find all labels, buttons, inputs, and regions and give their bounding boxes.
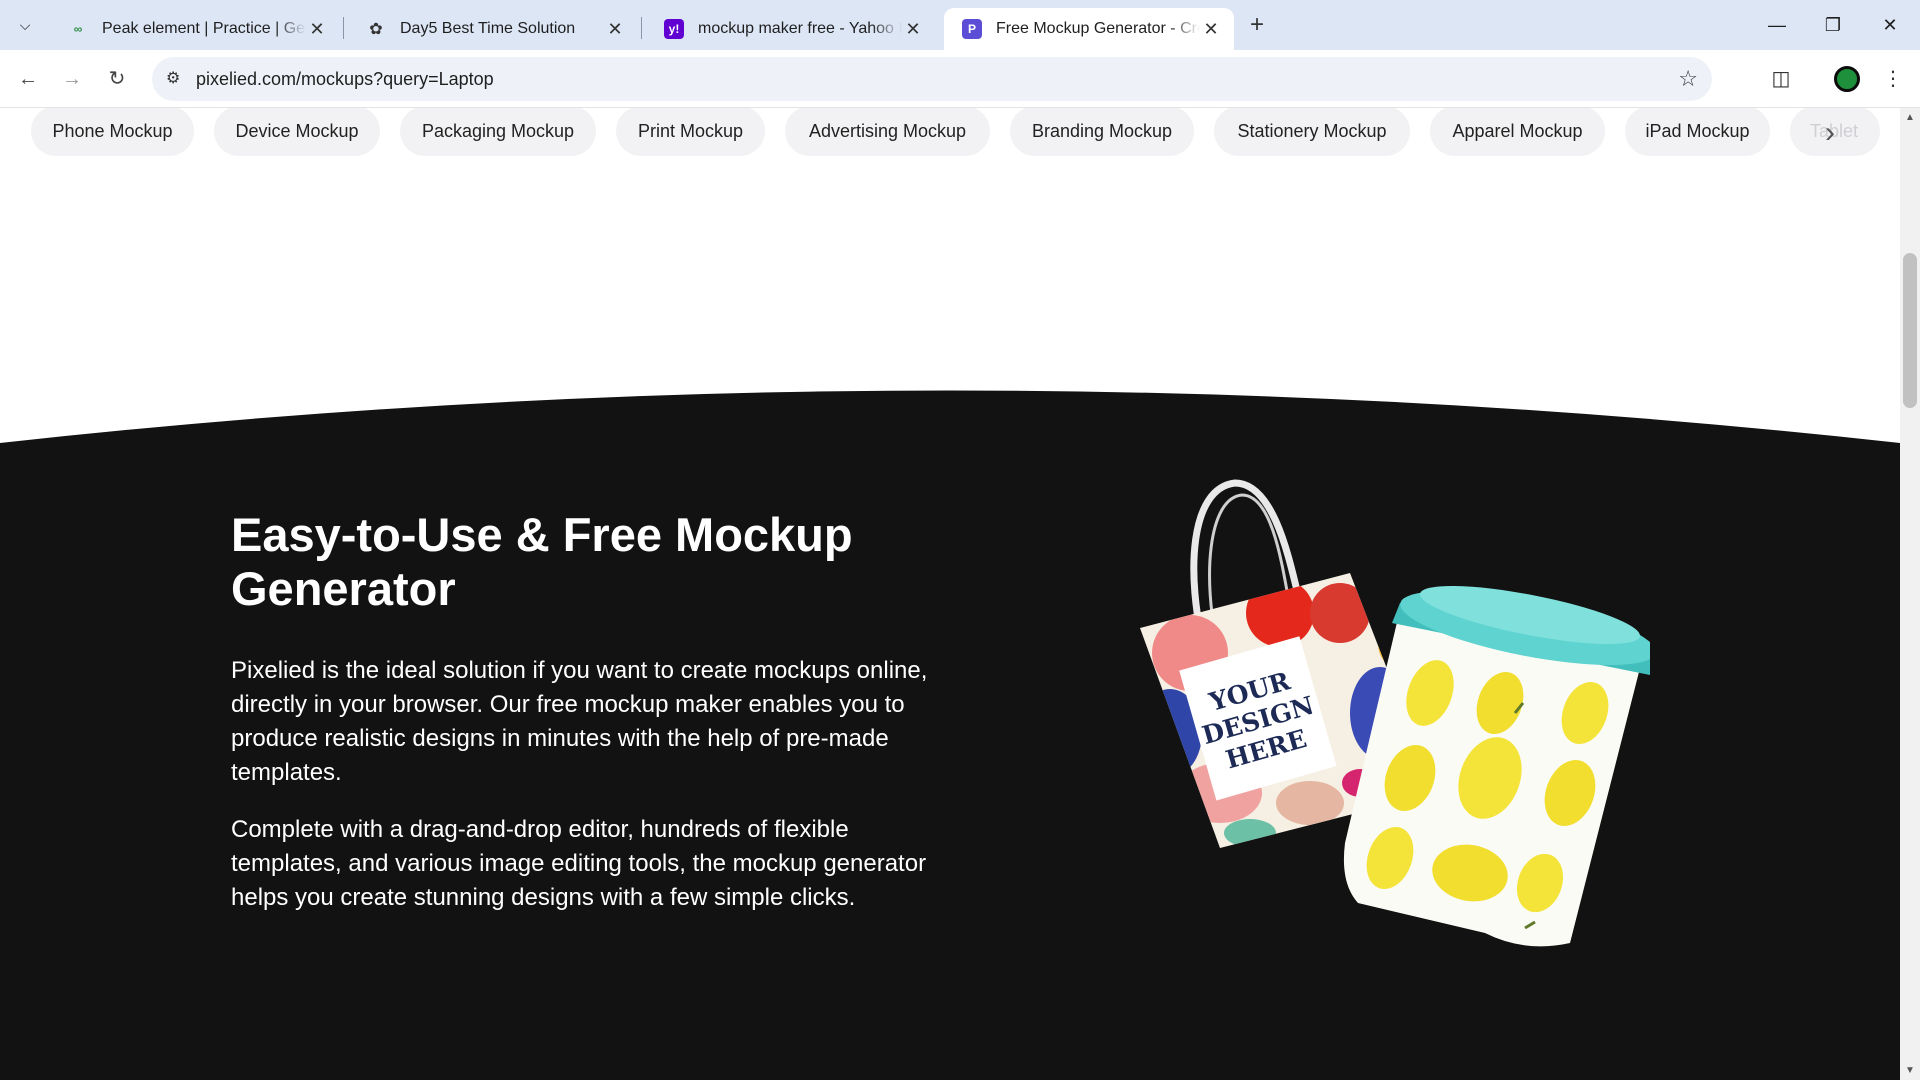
chip-label: iPad Mockup [1645,120,1750,141]
chevron-right-icon: › [1825,116,1835,149]
close-tab-icon[interactable]: ✕ [1200,19,1222,40]
kebab-menu-icon: ⋮ [1883,68,1903,90]
category-chips: Phone Mockup Device Mockup Packaging Moc… [0,108,1900,208]
chip-label: Stationery Mockup [1237,120,1387,141]
address-bar[interactable]: ⚙ pixelied.com/mockups?query=Laptop ☆ [152,57,1712,101]
tab-separator [343,17,344,39]
browser-toolbar: ← → ↻ ⚙ pixelied.com/mockups?query=Lapto… [0,50,1920,108]
profile-avatar[interactable] [1834,66,1860,92]
chip-packaging-mockup[interactable]: Packaging Mockup [400,108,596,156]
tab-geeksforgeeks[interactable]: ∞ Peak element | Practice | GeeksforGeek… [50,8,340,50]
scroll-up-icon[interactable]: ▲ [1900,112,1920,123]
mockup-illustration: YOUR DESIGN HERE [1140,479,1650,947]
minimize-button[interactable]: — [1757,10,1797,40]
openai-icon: ✿ [369,21,383,38]
tab-title: Day5 Best Time Solution [400,20,576,37]
chip-ipad-mockup[interactable]: iPad Mockup [1625,108,1770,156]
chip-print-mockup[interactable]: Print Mockup [616,108,765,156]
arrow-left-icon: ← [18,68,38,90]
chip-branding-mockup[interactable]: Branding Mockup [1010,108,1194,156]
plus-icon: + [1249,11,1264,38]
tab-title: mockup maker free - Yahoo India Search [698,20,902,37]
minimize-icon: — [1768,15,1786,35]
hero-paragraph-2: Complete with a drag-and-drop editor, hu… [231,816,927,911]
page-scrollbar[interactable]: ▲ ▼ [1900,108,1920,1080]
close-tab-icon[interactable]: ✕ [604,19,626,40]
close-icon: ✕ [1882,15,1898,35]
chip-label: Apparel Mockup [1452,120,1583,141]
restore-icon: ❐ [1824,15,1842,35]
reload-icon: ↻ [108,68,126,90]
puzzle-icon: ◫ [1771,68,1791,90]
site-settings-icon[interactable]: ⚙ [166,68,180,88]
chip-advertising-mockup[interactable]: Advertising Mockup [785,108,990,156]
tab-title: Free Mockup Generator - Create Mockups [996,20,1200,37]
chip-label: Branding Mockup [1031,120,1173,141]
chip-device-mockup[interactable]: Device Mockup [214,108,380,156]
close-window-button[interactable]: ✕ [1870,10,1910,40]
restore-button[interactable]: ❐ [1813,10,1853,40]
hero-heading: Easy-to-Use & Free Mockup Generator [231,508,853,615]
chip-label: Packaging Mockup [421,120,575,141]
chip-label: Print Mockup [637,120,744,141]
tab-search-button[interactable]: ⌵ [10,10,40,40]
close-tab-icon[interactable]: ✕ [902,19,924,40]
chevron-down-icon: ⌵ [19,16,31,33]
chip-phone-mockup[interactable]: Phone Mockup [31,108,194,156]
scroll-down-icon[interactable]: ▼ [1900,1065,1920,1076]
extensions-button[interactable]: ◫ [1765,63,1797,95]
pixelied-icon: P [962,19,982,39]
tab-day5[interactable]: ✿ Day5 Best Time Solution ✕ [348,8,638,50]
tab-strip: ⌵ ∞ Peak element | Practice | GeeksforGe… [0,0,1920,50]
close-tab-icon[interactable]: ✕ [306,19,328,40]
hero-paragraph-1: Pixelied is the ideal solution if you wa… [231,657,928,786]
back-button[interactable]: ← [12,63,44,95]
forward-button[interactable]: → [56,63,88,95]
tab-separator [641,17,642,39]
chip-label: Advertising Mockup [808,120,967,141]
page-content: Phone Mockup Device Mockup Packaging Moc… [0,108,1900,1080]
chip-label: Phone Mockup [52,120,173,141]
yahoo-icon: y! [664,19,684,39]
chip-label: Device Mockup [235,120,359,141]
tab-title: Peak element | Practice | GeeksforGeeks [102,20,306,37]
gfg-icon: ∞ [73,22,83,36]
tab-yahoo[interactable]: y! mockup maker free - Yahoo India Searc… [646,8,936,50]
scrollbar-thumb[interactable] [1903,253,1917,408]
chips-next-button[interactable]: › [1810,114,1850,154]
arrow-right-icon: → [62,68,82,90]
url-text[interactable]: pixelied.com/mockups?query=Laptop [196,69,494,90]
chip-apparel-mockup[interactable]: Apparel Mockup [1430,108,1605,156]
bookmark-star-icon[interactable]: ☆ [1678,66,1698,92]
reload-button[interactable]: ↻ [101,63,133,95]
new-tab-button[interactable]: + [1243,12,1271,40]
chip-stationery-mockup[interactable]: Stationery Mockup [1214,108,1410,156]
menu-button[interactable]: ⋮ [1877,63,1909,95]
tab-pixelied[interactable]: P Free Mockup Generator - Create Mockups… [944,8,1234,50]
